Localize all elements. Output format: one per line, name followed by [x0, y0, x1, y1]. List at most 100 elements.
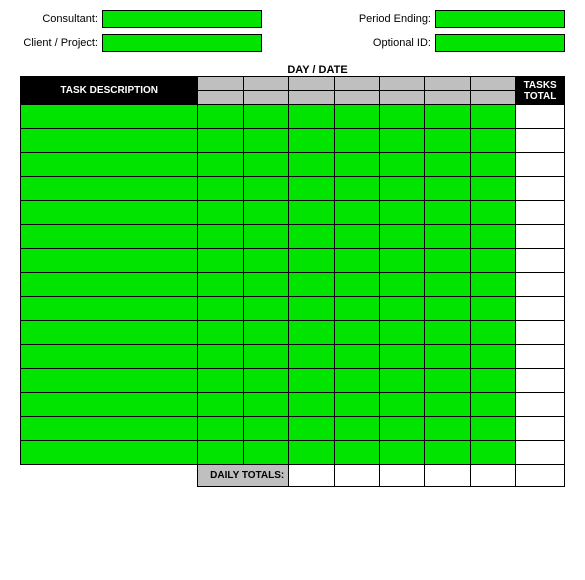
hours-cell[interactable] [289, 441, 334, 465]
hours-cell[interactable] [470, 393, 515, 417]
hours-cell[interactable] [243, 297, 288, 321]
hours-cell[interactable] [334, 417, 379, 441]
day-header-2-bot[interactable] [243, 91, 288, 105]
hours-cell[interactable] [380, 393, 425, 417]
hours-cell[interactable] [425, 177, 470, 201]
task-cell[interactable] [21, 201, 198, 225]
hours-cell[interactable] [425, 321, 470, 345]
day-header-7-top[interactable] [470, 77, 515, 91]
hours-cell[interactable] [334, 393, 379, 417]
hours-cell[interactable] [470, 249, 515, 273]
hours-cell[interactable] [425, 153, 470, 177]
hours-cell[interactable] [289, 201, 334, 225]
hours-cell[interactable] [243, 369, 288, 393]
row-total-cell[interactable] [516, 105, 565, 129]
hours-cell[interactable] [470, 153, 515, 177]
hours-cell[interactable] [334, 297, 379, 321]
row-total-cell[interactable] [516, 417, 565, 441]
hours-cell[interactable] [198, 225, 243, 249]
hours-cell[interactable] [425, 273, 470, 297]
row-total-cell[interactable] [516, 345, 565, 369]
row-total-cell[interactable] [516, 153, 565, 177]
hours-cell[interactable] [289, 345, 334, 369]
hours-cell[interactable] [198, 129, 243, 153]
task-cell[interactable] [21, 249, 198, 273]
hours-cell[interactable] [334, 345, 379, 369]
hours-cell[interactable] [243, 321, 288, 345]
hours-cell[interactable] [243, 201, 288, 225]
hours-cell[interactable] [380, 441, 425, 465]
hours-cell[interactable] [198, 177, 243, 201]
hours-cell[interactable] [289, 369, 334, 393]
hours-cell[interactable] [243, 153, 288, 177]
hours-cell[interactable] [243, 441, 288, 465]
row-total-cell[interactable] [516, 297, 565, 321]
hours-cell[interactable] [470, 273, 515, 297]
hours-cell[interactable] [334, 369, 379, 393]
hours-cell[interactable] [243, 345, 288, 369]
row-total-cell[interactable] [516, 177, 565, 201]
hours-cell[interactable] [289, 417, 334, 441]
client-project-input[interactable] [102, 34, 262, 52]
task-cell[interactable] [21, 177, 198, 201]
hours-cell[interactable] [198, 321, 243, 345]
hours-cell[interactable] [334, 177, 379, 201]
row-total-cell[interactable] [516, 273, 565, 297]
task-cell[interactable] [21, 441, 198, 465]
hours-cell[interactable] [198, 417, 243, 441]
hours-cell[interactable] [334, 249, 379, 273]
task-cell[interactable] [21, 153, 198, 177]
hours-cell[interactable] [289, 105, 334, 129]
hours-cell[interactable] [334, 273, 379, 297]
hours-cell[interactable] [289, 153, 334, 177]
consultant-input[interactable] [102, 10, 262, 28]
day-header-4-top[interactable] [334, 77, 379, 91]
hours-cell[interactable] [380, 225, 425, 249]
optional-id-input[interactable] [435, 34, 565, 52]
task-cell[interactable] [21, 345, 198, 369]
hours-cell[interactable] [289, 129, 334, 153]
hours-cell[interactable] [470, 105, 515, 129]
hours-cell[interactable] [470, 225, 515, 249]
day-header-1-top[interactable] [198, 77, 243, 91]
hours-cell[interactable] [425, 441, 470, 465]
hours-cell[interactable] [289, 321, 334, 345]
hours-cell[interactable] [380, 201, 425, 225]
hours-cell[interactable] [470, 129, 515, 153]
hours-cell[interactable] [470, 345, 515, 369]
hours-cell[interactable] [334, 225, 379, 249]
day-header-6-bot[interactable] [425, 91, 470, 105]
row-total-cell[interactable] [516, 441, 565, 465]
hours-cell[interactable] [289, 273, 334, 297]
hours-cell[interactable] [198, 393, 243, 417]
hours-cell[interactable] [334, 129, 379, 153]
hours-cell[interactable] [243, 129, 288, 153]
hours-cell[interactable] [425, 129, 470, 153]
task-cell[interactable] [21, 393, 198, 417]
daily-total-cell[interactable] [425, 465, 470, 487]
hours-cell[interactable] [289, 393, 334, 417]
day-header-5-top[interactable] [380, 77, 425, 91]
hours-cell[interactable] [425, 297, 470, 321]
hours-cell[interactable] [470, 417, 515, 441]
task-cell[interactable] [21, 105, 198, 129]
hours-cell[interactable] [380, 105, 425, 129]
row-total-cell[interactable] [516, 129, 565, 153]
row-total-cell[interactable] [516, 321, 565, 345]
hours-cell[interactable] [380, 417, 425, 441]
hours-cell[interactable] [289, 297, 334, 321]
hours-cell[interactable] [380, 129, 425, 153]
task-cell[interactable] [21, 417, 198, 441]
hours-cell[interactable] [243, 105, 288, 129]
hours-cell[interactable] [425, 105, 470, 129]
hours-cell[interactable] [334, 153, 379, 177]
hours-cell[interactable] [198, 201, 243, 225]
row-total-cell[interactable] [516, 249, 565, 273]
hours-cell[interactable] [334, 441, 379, 465]
hours-cell[interactable] [198, 369, 243, 393]
day-header-2-top[interactable] [243, 77, 288, 91]
hours-cell[interactable] [334, 201, 379, 225]
row-total-cell[interactable] [516, 393, 565, 417]
daily-total-cell[interactable] [380, 465, 425, 487]
hours-cell[interactable] [425, 369, 470, 393]
